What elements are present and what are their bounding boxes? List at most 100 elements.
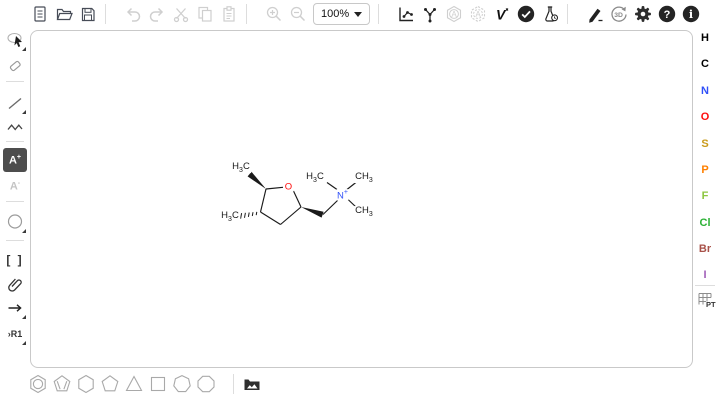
open-button[interactable] [52,2,76,26]
charge-minus-tool[interactable]: A- [3,174,27,198]
element-Cl-button[interactable]: Cl [692,215,718,231]
zoom-out-icon [288,4,308,24]
atom-label-oxygen[interactable]: O [284,182,293,192]
copy-button[interactable] [193,2,217,26]
layout-button[interactable] [394,2,418,26]
svg-text:?: ? [664,9,671,21]
undo-icon [123,4,143,24]
cyclobutane-icon [147,373,169,395]
new-document-icon [30,4,50,24]
template-cyclooctane-button[interactable] [194,372,218,396]
zoom-level-value: 100% [321,8,349,20]
element-H-button[interactable]: H [692,30,718,46]
sgroup-tool[interactable]: [ ] [3,248,27,272]
template-cycloheptane-button[interactable] [170,372,194,396]
pen-icon [585,4,605,24]
zoom-in-icon [264,4,284,24]
check-structure-button[interactable] [514,2,538,26]
dropdown-corner-icon [22,315,26,319]
atom-label-methyl[interactable]: CH3 [354,206,374,218]
dearomatize-button[interactable]: A [466,2,490,26]
single-bond-tool[interactable] [3,91,27,115]
settings-button[interactable] [631,2,655,26]
toolbar-divider [6,201,24,202]
dropdown-corner-icon [22,229,26,233]
rgroup-tool[interactable]: ›R1 [3,322,27,346]
clean-up-icon [420,4,440,24]
cut-button[interactable] [169,2,193,26]
element-Br-button[interactable]: Br [692,241,718,257]
template-cyclopentane-button[interactable] [98,372,122,396]
cycloheptane-icon [171,373,193,395]
atom-label-methyl[interactable]: CH3 [354,172,374,184]
panel-divider [695,285,715,286]
save-floppy-icon [78,4,98,24]
template-cyclobutane-button[interactable] [146,372,170,396]
lasso-select-tool[interactable] [3,28,27,52]
element-I-button[interactable]: I [692,267,718,283]
element-N-button[interactable]: N [692,83,718,99]
recognize-button[interactable] [583,2,607,26]
zoom-in-button[interactable] [262,2,286,26]
clean-up-button[interactable] [418,2,442,26]
template-library-button[interactable] [240,372,264,396]
ellipse-shape-tool[interactable] [3,210,27,234]
zoom-out-button[interactable] [286,2,310,26]
svg-text:3D: 3D [614,12,623,19]
benzene-icon [27,373,49,395]
top-toolbar: 100% A A V [0,0,720,28]
undo-button[interactable] [121,2,145,26]
open-folder-icon [54,4,74,24]
template-library-icon [241,373,263,395]
new-document-button[interactable] [28,2,52,26]
dearomatize-icon: A [468,4,488,24]
toolbar-divider [6,240,24,241]
atom-label-nitrogen[interactable]: N+ [336,189,349,201]
zoom-level-select[interactable]: 100% [313,3,370,25]
element-P-button[interactable]: P [692,162,718,178]
charge-plus-tool[interactable]: A+ [3,148,27,172]
svg-text:A: A [451,10,457,19]
3d-viewer-button[interactable]: 3D [607,2,631,26]
atom-label-methyl[interactable]: H3C [305,172,325,184]
template-benzene-button[interactable] [26,372,50,396]
atom-label-methyl[interactable]: H3C [220,211,240,223]
aromatize-icon: A [444,4,464,24]
template-cyclopentadiene-button[interactable] [50,372,74,396]
toolbar-divider [6,81,24,82]
aromatize-button[interactable]: A [442,2,466,26]
calculate-cip-button[interactable]: V [490,2,514,26]
dropdown-corner-icon [22,47,26,51]
element-C-button[interactable]: C [692,56,718,72]
about-button[interactable]: i [679,2,703,26]
toolbar-divider [105,4,106,24]
template-cyclohexane-button[interactable] [74,372,98,396]
template-cyclopropane-button[interactable] [122,372,146,396]
element-F-button[interactable]: F [692,188,718,204]
3d-rotate-icon: 3D [609,4,629,24]
calculated-values-button[interactable] [538,2,562,26]
save-button[interactable] [76,2,100,26]
rgroup-label: ›R1 [8,329,23,339]
element-S-button[interactable]: S [692,136,718,152]
scissors-icon [171,4,191,24]
paste-button[interactable] [217,2,241,26]
help-button[interactable]: ? [655,2,679,26]
svg-text:A: A [475,10,481,19]
periodic-table-icon: PT [695,289,717,311]
drawing-canvas[interactable]: H3C O H3C N+ H3C CH3 CH3 [30,30,693,368]
periodic-table-button[interactable]: PT [694,288,718,312]
molecule-editor-app: { "top_toolbar": { "zoom_value": "100%",… [0,0,720,400]
molecule[interactable] [31,31,692,367]
paste-clipboard-icon [219,4,239,24]
atom-label-methyl[interactable]: H3C [231,162,251,174]
redo-button[interactable] [145,2,169,26]
help-icon: ? [657,4,677,24]
reaction-arrow-tool[interactable] [3,296,27,320]
element-O-button[interactable]: O [692,109,718,125]
erase-tool[interactable] [3,54,27,78]
charge-plus-label: A+ [9,154,21,167]
chain-tool[interactable] [3,115,27,139]
cyclopropane-icon [123,373,145,395]
attach-tool[interactable] [3,272,27,296]
